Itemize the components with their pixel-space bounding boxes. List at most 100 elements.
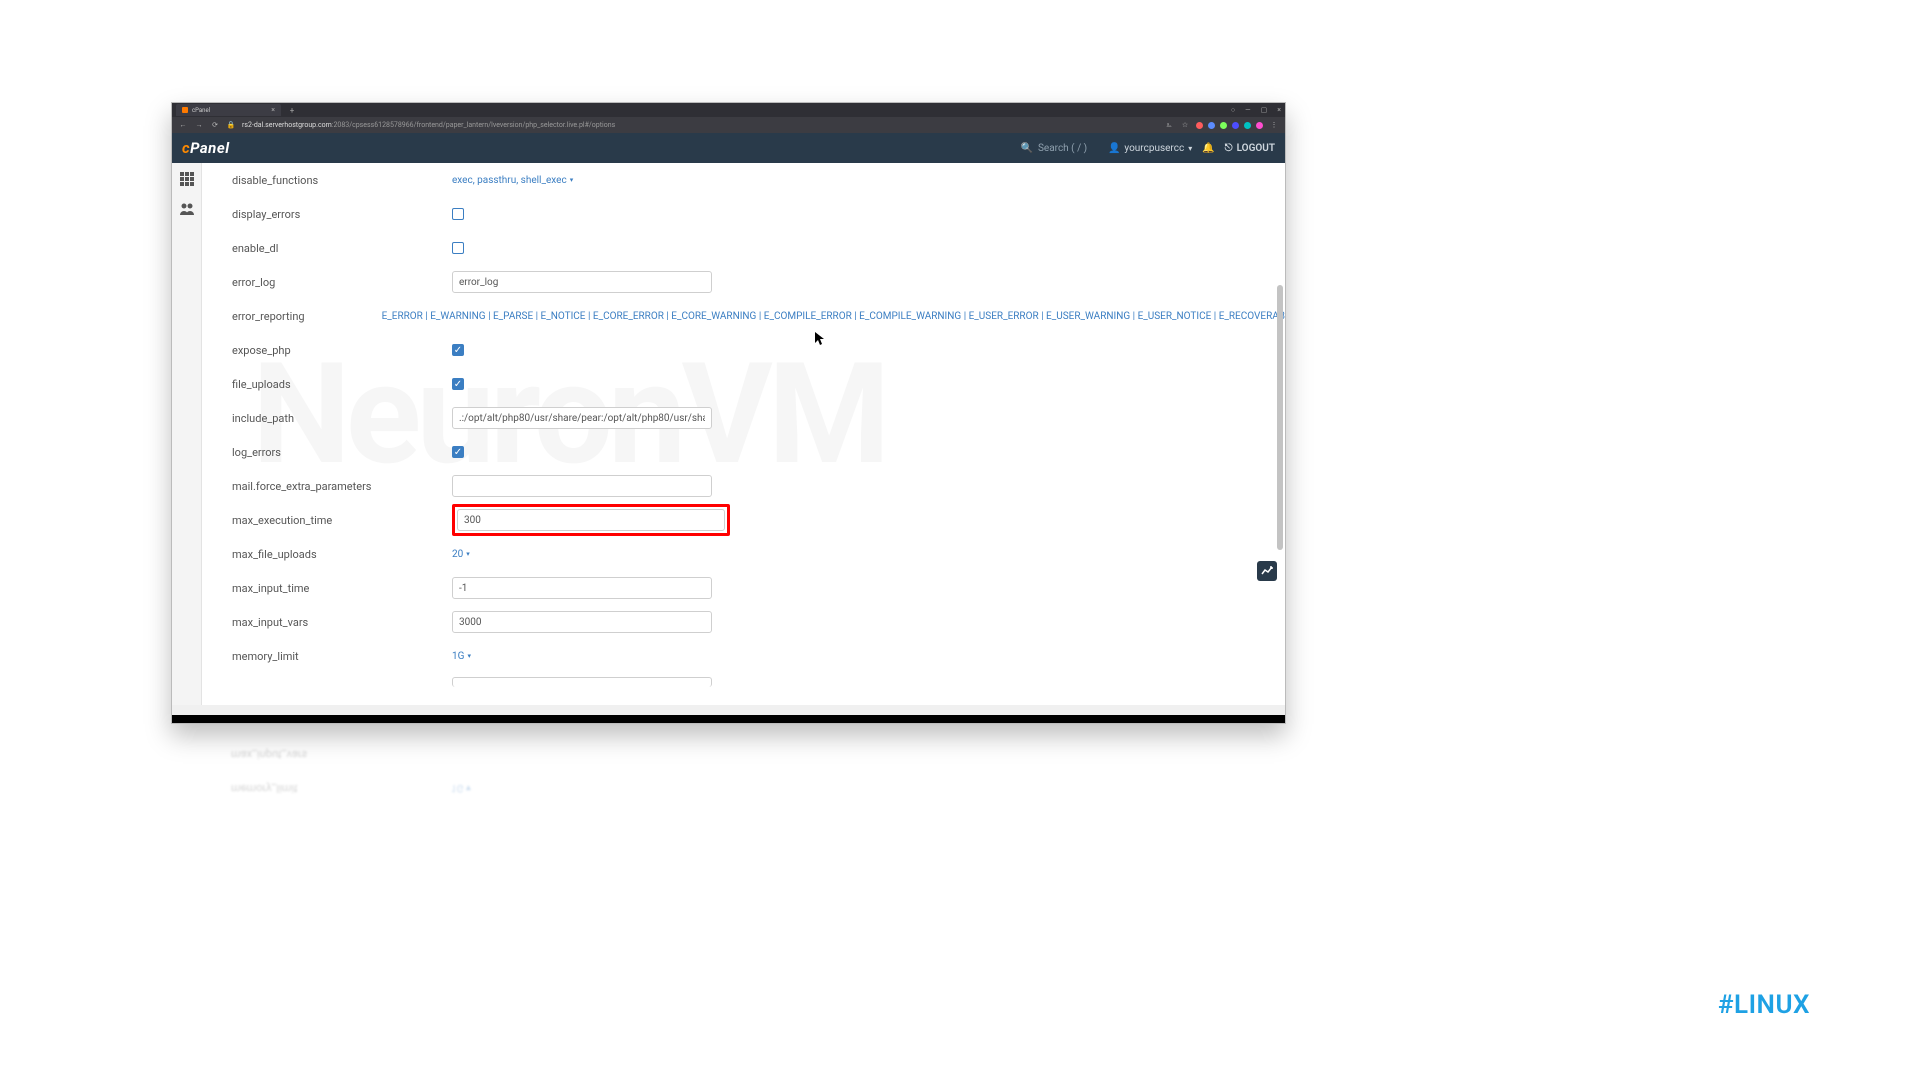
search-icon: 🔍	[1021, 143, 1033, 154]
label-error-reporting: error_reporting	[232, 310, 382, 323]
value-error-reporting[interactable]: E_ERROR | E_WARNING | E_PARSE | E_NOTICE…	[382, 311, 1285, 322]
label-max-input-time: max_input_time	[232, 582, 452, 595]
label-mail-force-extra: mail.force_extra_parameters	[232, 480, 452, 493]
row-max-file-uploads: max_file_uploads 20▾	[232, 537, 1285, 571]
row-max-input-time: max_input_time	[232, 571, 1285, 605]
php-options-list: disable_functions exec, passthru, shell_…	[202, 163, 1285, 691]
ext-3-icon[interactable]	[1220, 122, 1227, 129]
row-expose-php: expose_php	[232, 333, 1285, 367]
row-memory-limit: memory_limit 1G▾	[232, 639, 1285, 673]
translate-icon[interactable]: ⎁	[1164, 121, 1174, 130]
lock-icon: 🔒	[226, 121, 236, 129]
row-max-input-vars: max_input_vars	[232, 605, 1285, 639]
input-error-log[interactable]	[452, 271, 712, 293]
label-max-execution-time: max_execution_time	[232, 514, 452, 527]
label-max-input-vars: max_input_vars	[232, 616, 452, 629]
bookmark-star-icon[interactable]: ☆	[1180, 121, 1190, 129]
checkbox-enable-dl[interactable]	[452, 242, 464, 254]
chevron-down-icon: ▾	[466, 550, 470, 558]
row-error-reporting: error_reporting E_ERROR | E_WARNING | E_…	[232, 299, 1285, 333]
main-panel: NeuronVM disable_functions exec, passthr…	[202, 163, 1285, 705]
stats-graph-icon[interactable]	[1257, 561, 1277, 581]
label-include-path: include_path	[232, 412, 452, 425]
chevron-down-icon: ▾	[570, 176, 574, 184]
value-disable-functions[interactable]: exec, passthru, shell_exec▾	[452, 175, 573, 186]
notifications-bell-icon[interactable]: 🔔	[1202, 143, 1214, 154]
vertical-scrollbar[interactable]	[1277, 285, 1283, 550]
label-disable-functions: disable_functions	[232, 174, 452, 187]
label-error-log: error_log	[232, 276, 452, 289]
username: yourcpusercc	[1124, 143, 1184, 154]
sidebar-users-icon[interactable]	[179, 201, 195, 217]
row-mail-force-extra: mail.force_extra_parameters	[232, 469, 1285, 503]
row-include-path: include_path	[232, 401, 1285, 435]
browser-window: cPanel × + ○ — ▢ × ← → ⟳ 🔒 rs2-dal.serve…	[171, 102, 1286, 724]
nav-back-icon[interactable]: ←	[178, 121, 188, 129]
input-max-execution-time[interactable]	[457, 509, 725, 531]
cpanel-header: cPanel 🔍 👤 yourcpusercc ▾ 🔔 ⎋ LOGOUT	[172, 133, 1285, 163]
checkbox-expose-php[interactable]	[452, 344, 464, 356]
label-display-errors: display_errors	[232, 208, 452, 221]
label-expose-php: expose_php	[232, 344, 452, 357]
ext-4-icon[interactable]	[1232, 122, 1239, 129]
input-max-input-vars[interactable]	[452, 611, 712, 633]
checkbox-display-errors[interactable]	[452, 208, 464, 220]
ext-6-icon[interactable]	[1256, 122, 1263, 129]
row-file-uploads: file_uploads	[232, 367, 1285, 401]
logout-icon: ⎋	[1225, 143, 1233, 154]
tab-favicon-icon	[182, 107, 188, 113]
window-close-icon[interactable]: ×	[1277, 106, 1281, 114]
label-file-uploads: file_uploads	[232, 378, 452, 391]
checkbox-file-uploads[interactable]	[452, 378, 464, 390]
hashtag-overlay: #LINUX	[1718, 990, 1810, 1020]
label-memory-limit: memory_limit	[232, 650, 452, 663]
browser-addressbar: ← → ⟳ 🔒 rs2-dal.serverhostgroup.com:2083…	[172, 117, 1285, 133]
window-controls: ○ — ▢ ×	[1231, 106, 1281, 114]
tab-close-icon[interactable]: ×	[271, 106, 275, 114]
label-log-errors: log_errors	[232, 446, 452, 459]
row-log-errors: log_errors	[232, 435, 1285, 469]
logout-button[interactable]: ⎋ LOGOUT	[1225, 143, 1275, 154]
ext-2-icon[interactable]	[1208, 122, 1215, 129]
annotation-highlight-box	[452, 504, 730, 536]
row-display-errors: display_errors	[232, 197, 1285, 231]
window-max-icon[interactable]: ▢	[1261, 106, 1268, 114]
ext-1-icon[interactable]	[1196, 122, 1203, 129]
page-body: NeuronVM disable_functions exec, passthr…	[172, 163, 1285, 705]
logout-label: LOGOUT	[1237, 143, 1275, 154]
nav-fwd-icon[interactable]: →	[194, 121, 204, 129]
browser-menu-icon[interactable]: ⋮	[1269, 121, 1279, 129]
header-search[interactable]: 🔍	[1021, 143, 1098, 154]
browser-tabstrip: cPanel × + ○ — ▢ ×	[172, 103, 1285, 117]
url-domain: rs2-dal.serverhostgroup.com	[242, 121, 332, 129]
sidebar	[172, 163, 202, 705]
window-min-icon[interactable]: —	[1245, 106, 1250, 114]
url-field[interactable]: rs2-dal.serverhostgroup.com:2083/cpsess6…	[242, 121, 1158, 129]
ext-5-icon[interactable]	[1244, 122, 1251, 129]
chevron-down-icon: ▾	[1188, 144, 1192, 153]
value-max-file-uploads[interactable]: 20▾	[452, 549, 470, 560]
horizontal-scrollbar-track[interactable]	[172, 705, 1285, 715]
window-pin-icon[interactable]: ○	[1231, 106, 1235, 114]
sidebar-apps-icon[interactable]	[179, 171, 195, 187]
chevron-down-icon: ▾	[467, 652, 471, 660]
tab-title: cPanel	[192, 107, 210, 114]
user-menu[interactable]: 👤 yourcpusercc ▾	[1108, 143, 1192, 154]
new-tab-button[interactable]: +	[287, 105, 297, 115]
cpanel-logo[interactable]: cPanel	[182, 139, 230, 157]
window-reflection: memory_limit1G ▾ max_input_vars	[171, 726, 1286, 806]
row-partial-next	[232, 673, 1285, 691]
value-memory-limit[interactable]: 1G▾	[452, 651, 471, 662]
input-partial-next[interactable]	[452, 677, 712, 687]
input-max-input-time[interactable]	[452, 577, 712, 599]
extension-icons	[1196, 122, 1263, 129]
browser-tab[interactable]: cPanel ×	[176, 104, 281, 116]
search-input[interactable]	[1038, 143, 1098, 154]
checkbox-log-errors[interactable]	[452, 446, 464, 458]
label-enable-dl: enable_dl	[232, 242, 452, 255]
nav-reload-icon[interactable]: ⟳	[210, 121, 220, 129]
input-mail-force-extra[interactable]	[452, 475, 712, 497]
input-include-path[interactable]	[452, 407, 712, 429]
row-error-log: error_log	[232, 265, 1285, 299]
row-disable-functions: disable_functions exec, passthru, shell_…	[232, 163, 1285, 197]
